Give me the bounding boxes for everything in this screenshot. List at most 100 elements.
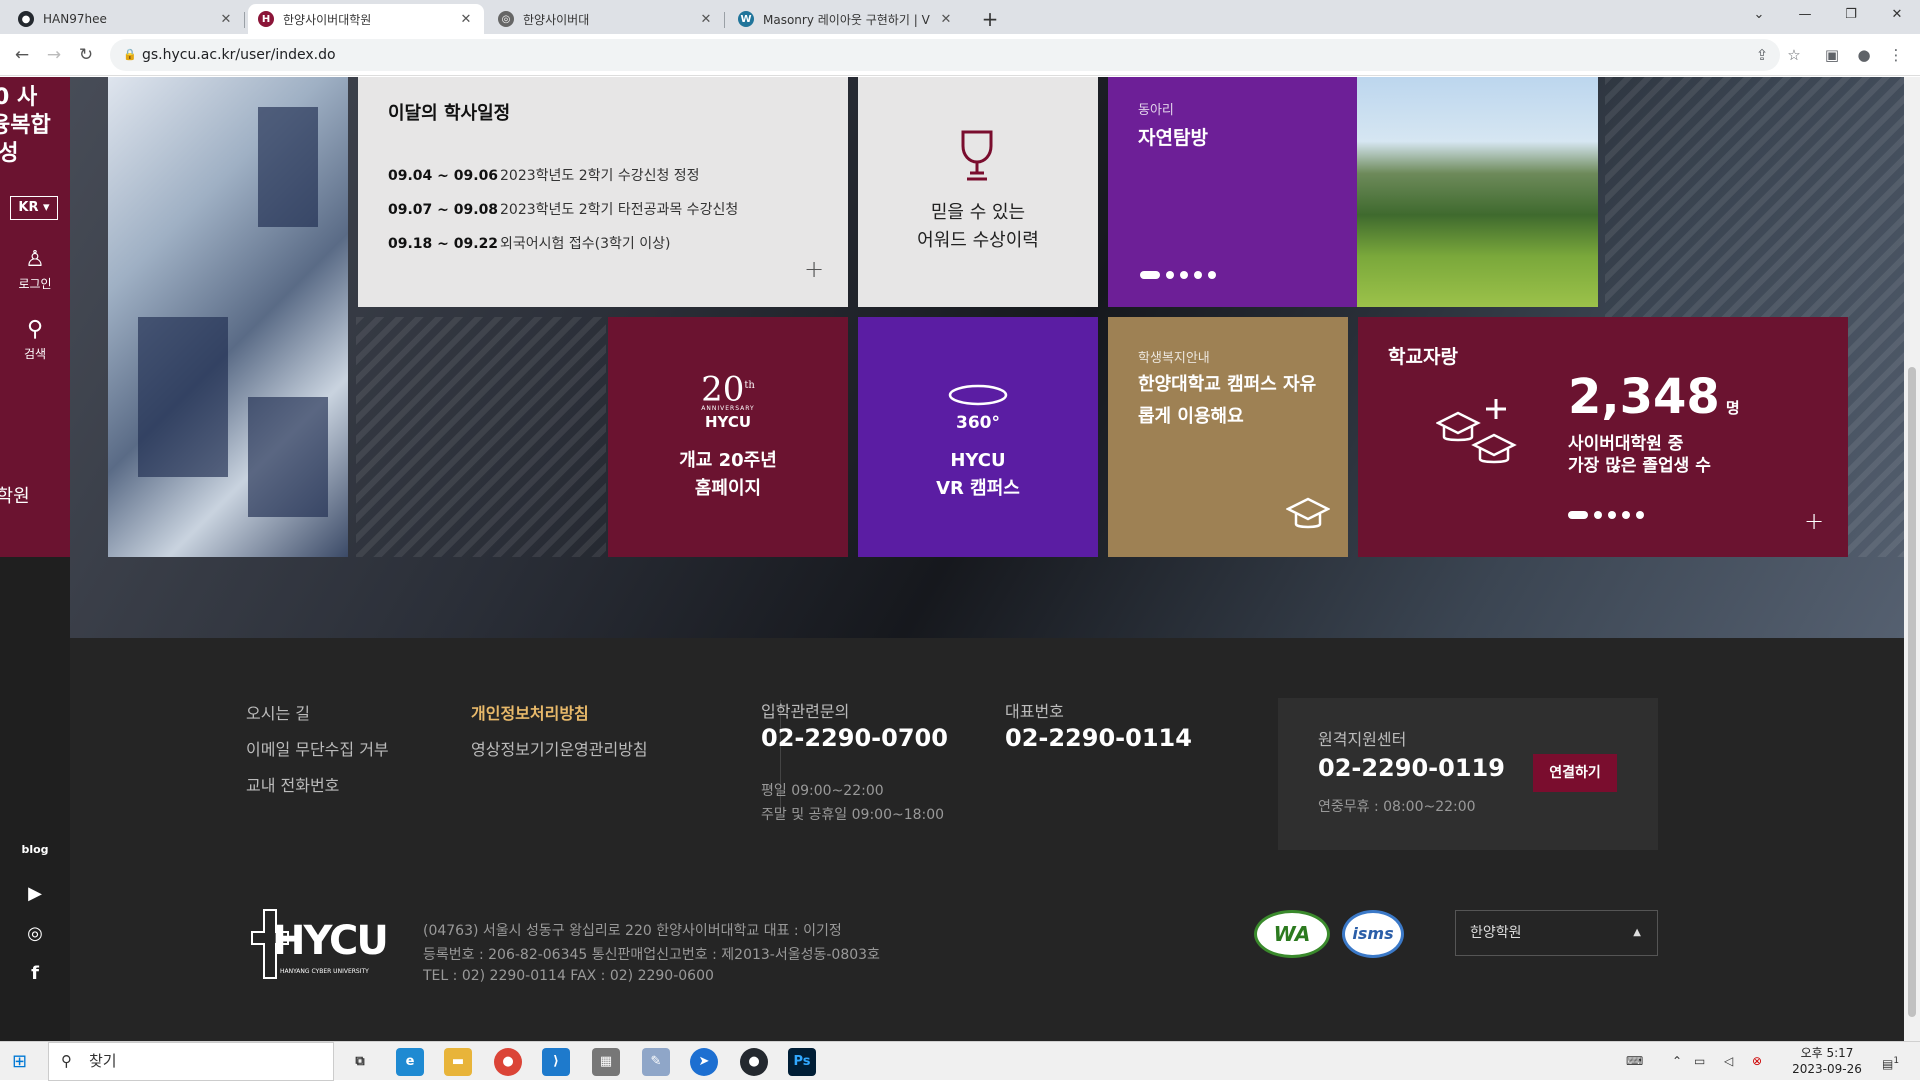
- chrome-icon[interactable]: ●: [494, 1048, 522, 1076]
- side-panel-icon[interactable]: ▣: [1820, 43, 1844, 67]
- footer-address: (04763) 서울시 성동구 왕십리로 220 한양사이버대학교 대표 : 이…: [423, 923, 842, 939]
- welfare-category: 학생복지안내: [1138, 351, 1210, 366]
- slider-dot[interactable]: [1208, 271, 1216, 279]
- schedule-item[interactable]: 09.04 ~ 09.06 2023학년도 2학기 수강신청 정정: [388, 165, 700, 185]
- tray-chevron-icon[interactable]: ⌃: [1672, 1042, 1682, 1081]
- file-explorer-icon[interactable]: ▬: [444, 1048, 472, 1076]
- footer-link-cctv-policy[interactable]: 영상정보기기운영관리방침: [471, 736, 648, 760]
- close-window-button[interactable]: ✕: [1874, 0, 1920, 30]
- slider-dot[interactable]: [1608, 511, 1616, 519]
- facebook-icon[interactable]: f: [0, 963, 70, 984]
- address-bar[interactable]: 🔒 gs.hycu.ac.kr/user/index.do: [110, 39, 1780, 71]
- anniversary-card[interactable]: 20th ANNIVERSARY HYCU 개교 20주년 홈페이지: [608, 317, 848, 557]
- youtube-icon[interactable]: ▶: [0, 883, 70, 904]
- pride-number: 2,348: [1568, 369, 1720, 425]
- app-blue-icon[interactable]: ➤: [690, 1048, 718, 1076]
- search-placeholder: 찾기: [89, 1052, 117, 1070]
- connect-button[interactable]: 연결하기: [1533, 754, 1617, 792]
- back-icon[interactable]: ←: [10, 43, 34, 67]
- slider-dot[interactable]: [1622, 511, 1630, 519]
- share-icon[interactable]: ⇪: [1750, 43, 1774, 67]
- login-button[interactable]: ♙ 로그인: [0, 247, 70, 292]
- logo-subtext: HANYANG CYBER UNIVERSITY: [280, 968, 369, 975]
- windows-start-icon[interactable]: ⊞: [12, 1051, 27, 1072]
- app-icon[interactable]: ✎: [642, 1048, 670, 1076]
- page-scrollbar[interactable]: [1904, 77, 1920, 1041]
- club-slider-dots[interactable]: [1140, 271, 1216, 279]
- wordpress-icon: W: [738, 11, 754, 27]
- scrollbar-thumb[interactable]: [1908, 367, 1916, 1017]
- slider-dot[interactable]: [1180, 271, 1188, 279]
- forward-icon[interactable]: →: [42, 43, 66, 67]
- task-view-icon[interactable]: ⧉: [346, 1048, 374, 1076]
- footer-link-email-policy[interactable]: 이메일 무단수집 거부: [246, 736, 389, 760]
- student-welfare-card[interactable]: 학생복지안내 한양대학교 캠퍼스 자유 롭게 이용해요: [1108, 317, 1348, 557]
- github-desktop-icon[interactable]: ●: [740, 1048, 768, 1076]
- calculator-icon[interactable]: ▦: [592, 1048, 620, 1076]
- pride-unit: 명: [1725, 399, 1740, 417]
- slider-dot[interactable]: [1594, 511, 1602, 519]
- vr-campus-card[interactable]: 360° HYCU VR 캠퍼스: [858, 317, 1098, 557]
- close-icon[interactable]: ✕: [698, 12, 714, 27]
- browser-tab-active[interactable]: H 한양사이버대학원 ✕: [248, 4, 484, 34]
- edge-icon[interactable]: e: [396, 1048, 424, 1076]
- schedule-item[interactable]: 09.07 ~ 09.08 2023학년도 2학기 타전공과목 수강신청: [388, 199, 738, 219]
- blog-icon[interactable]: blog: [0, 843, 70, 856]
- page-viewport: 이달의 학사일정 09.04 ~ 09.06 2023학년도 2학기 수강신청 정…: [0, 77, 1904, 1041]
- footer-link-directions[interactable]: 오시는 길: [246, 700, 310, 724]
- slider-dot[interactable]: [1568, 511, 1588, 519]
- hycu-icon: H: [258, 11, 274, 27]
- notification-icon[interactable]: ▤1: [1882, 1042, 1899, 1084]
- slider-dot[interactable]: [1194, 271, 1202, 279]
- slider-dot[interactable]: [1636, 511, 1644, 519]
- notification-count: 1: [1893, 1056, 1900, 1066]
- photoshop-icon[interactable]: Ps: [788, 1048, 816, 1076]
- club-card[interactable]: 동아리 자연탐방: [1108, 77, 1358, 307]
- slider-dot[interactable]: [1166, 271, 1174, 279]
- browser-tab[interactable]: W Masonry 레이아웃 구현하기 | V ✕: [728, 4, 964, 34]
- keyboard-icon[interactable]: ⌨: [1626, 1042, 1643, 1081]
- footer-link-phonebook[interactable]: 교내 전화번호: [246, 772, 339, 796]
- maximize-button[interactable]: ❐: [1828, 0, 1874, 30]
- bookmark-star-icon[interactable]: ☆: [1782, 43, 1806, 67]
- anniversary-badge-number: 20th: [608, 369, 848, 406]
- profile-icon[interactable]: ●: [1852, 43, 1876, 67]
- browser-tab[interactable]: ◎ 한양사이버대 ✕: [488, 4, 725, 34]
- browser-tab[interactable]: ● HAN97hee ✕: [8, 4, 245, 34]
- tab-separator: [724, 12, 725, 28]
- slider-dot[interactable]: [1140, 271, 1160, 279]
- tab-search-icon[interactable]: ⌄: [1736, 0, 1782, 30]
- schedule-more-button[interactable]: +: [804, 255, 824, 283]
- pride-slider-dots[interactable]: [1568, 511, 1644, 519]
- hycu-logo: HYCU HANYANG CYBER UNIVERSITY: [250, 908, 398, 980]
- pride-more-button[interactable]: +: [1804, 507, 1824, 535]
- award-card[interactable]: 믿을 수 있는 어워드 수상이력: [858, 77, 1098, 307]
- pride-line2: 가장 많은 졸업생 수: [1568, 456, 1711, 476]
- taskbar-search[interactable]: ⚲ 찾기: [48, 1042, 334, 1081]
- search-label: 검색: [23, 347, 47, 361]
- menu-icon[interactable]: ⋮: [1884, 43, 1908, 67]
- vscode-icon[interactable]: ⟩: [542, 1048, 570, 1076]
- new-tab-button[interactable]: +: [977, 6, 1003, 32]
- schedule-item[interactable]: 09.18 ~ 09.22 외국어시험 접수(3학기 이상): [388, 233, 670, 253]
- mute-icon[interactable]: ⊗: [1752, 1042, 1762, 1081]
- network-icon[interactable]: ▭: [1694, 1042, 1705, 1081]
- close-icon[interactable]: ✕: [938, 12, 954, 27]
- reload-icon[interactable]: ↻: [74, 43, 98, 67]
- remote-support-box: 원격지원센터 02-2290-0119 연중무휴 : 08:00~22:00 연…: [1278, 698, 1658, 850]
- instagram-icon[interactable]: ◎: [0, 923, 70, 944]
- system-clock[interactable]: 오후 5:17 2023-09-26: [1782, 1045, 1872, 1077]
- machine-part: [248, 397, 328, 517]
- search-button[interactable]: ⚲ 검색: [0, 317, 70, 362]
- minimize-button[interactable]: —: [1782, 0, 1828, 30]
- anniversary-badge-small: ANNIVERSARY: [701, 405, 755, 412]
- vr-line2: VR 캠퍼스: [936, 478, 1020, 499]
- language-select[interactable]: KR ▾: [10, 196, 58, 220]
- schedule-date: 09.04 ~ 09.06: [388, 168, 499, 184]
- close-icon[interactable]: ✕: [218, 12, 234, 27]
- schedule-date: 09.07 ~ 09.08: [388, 202, 499, 218]
- volume-icon[interactable]: ◁: [1724, 1042, 1733, 1081]
- close-icon[interactable]: ✕: [458, 12, 474, 27]
- footer-link-privacy[interactable]: 개인정보처리방침: [471, 700, 589, 724]
- family-site-select[interactable]: 한양학원 ▲: [1455, 910, 1658, 956]
